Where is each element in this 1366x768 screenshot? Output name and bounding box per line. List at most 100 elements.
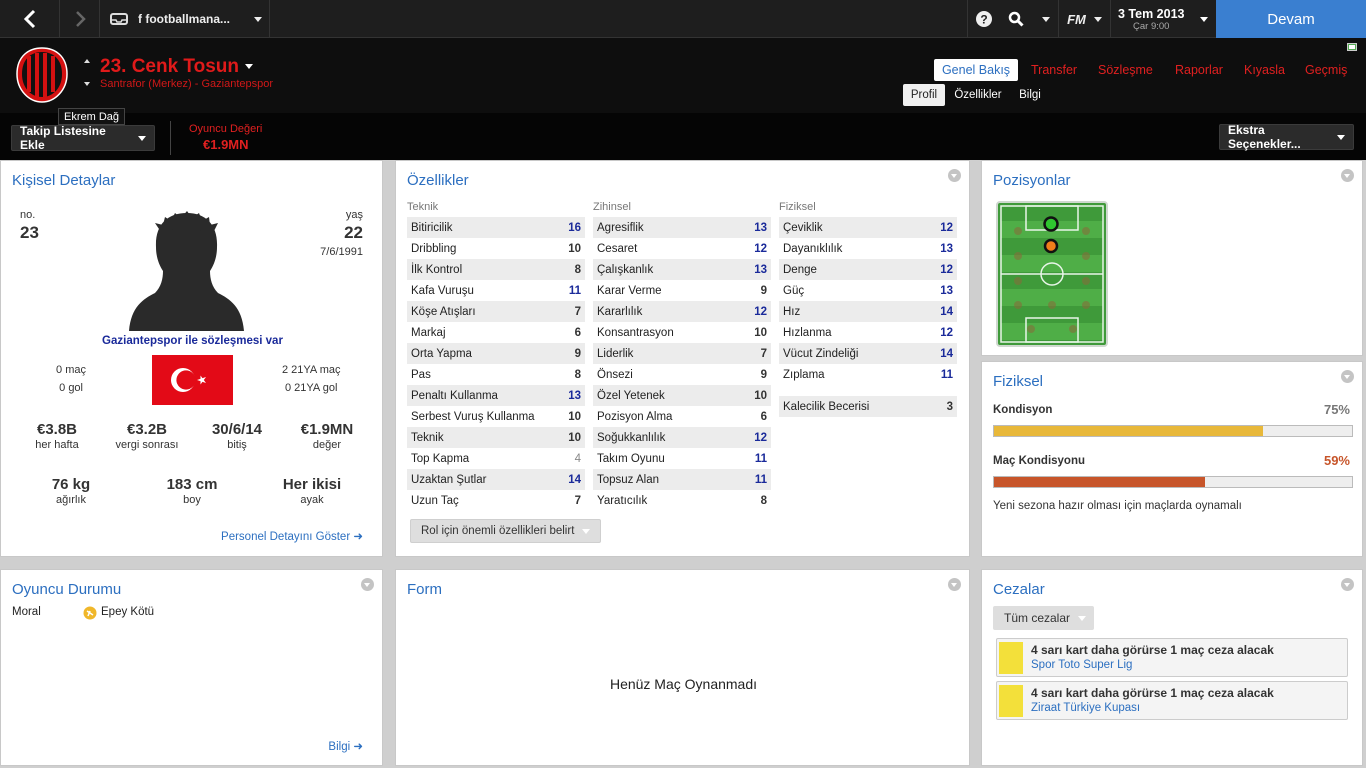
attribute-row[interactable]: Hız 14 xyxy=(779,301,957,322)
attribute-name: Orta Yapma xyxy=(411,347,472,360)
condition-bar-fill xyxy=(994,426,1263,436)
attribute-row[interactable]: Çalışkanlık 13 xyxy=(593,259,771,280)
morale-label: Moral xyxy=(12,606,41,618)
attribute-row[interactable]: Agresiflik 13 xyxy=(593,217,771,238)
attribute-row[interactable]: Denge 12 xyxy=(779,259,957,280)
window-icon[interactable] xyxy=(1347,43,1357,51)
attribute-row[interactable]: Serbest Vuruş Kullanma 10 xyxy=(407,406,585,427)
attribute-name: Teknik xyxy=(411,431,444,444)
attribute-row[interactable]: Konsantrasyon 10 xyxy=(593,322,771,343)
tab-reports[interactable]: Raporlar xyxy=(1175,63,1223,77)
attribute-row[interactable]: Önsezi 9 xyxy=(593,364,771,385)
attribute-name: Dayanıklılık xyxy=(783,242,843,255)
attribute-row[interactable]: Soğukkanlılık 12 xyxy=(593,427,771,448)
attribute-row[interactable]: Uzun Taç 7 xyxy=(407,490,585,511)
contract-status[interactable]: Gaziantepspor ile sözleşmesi var xyxy=(1,335,384,347)
match-fitness-value: 59% xyxy=(1323,453,1350,468)
attribute-row[interactable]: Uzaktan Şutlar 14 xyxy=(407,469,585,490)
attribute-row[interactable]: Yaratıcılık 8 xyxy=(593,490,771,511)
inbox-button[interactable] xyxy=(100,0,138,38)
show-staff-details-link[interactable]: Personel Detayını Göster ➜ xyxy=(221,529,363,543)
player-position-club[interactable]: Santrafor (Merkez) - Gaziantepspor xyxy=(100,78,273,90)
attribute-row[interactable]: Kararlılık 12 xyxy=(593,301,771,322)
attribute-row[interactable]: Çeviklik 12 xyxy=(779,217,957,238)
tab-title[interactable]: f footballmana... xyxy=(138,0,246,38)
tab-compare[interactable]: Kıyasla xyxy=(1244,63,1285,77)
tab-transfer[interactable]: Transfer xyxy=(1031,63,1077,77)
highlight-role-attributes-button[interactable]: Rol için önemli özellikleri belirt xyxy=(410,519,602,543)
panel-menu-icon[interactable] xyxy=(948,578,961,591)
attribute-row[interactable]: Orta Yapma 9 xyxy=(407,343,585,364)
arrow-right-icon: ➜ xyxy=(353,741,363,753)
club-badge[interactable] xyxy=(15,46,69,104)
attribute-row[interactable]: Penaltı Kullanma 13 xyxy=(407,385,585,406)
subtab-attributes[interactable]: Özellikler xyxy=(950,84,1006,106)
position-pitch[interactable] xyxy=(996,201,1108,347)
tab-history[interactable]: Geçmiş xyxy=(1305,63,1347,77)
attribute-value: 10 xyxy=(568,431,581,444)
back-button[interactable] xyxy=(0,0,60,38)
weight-label: ağırlık xyxy=(56,494,86,506)
attribute-row[interactable]: Teknik 10 xyxy=(407,427,585,448)
attribute-row[interactable]: Pozisyon Alma 6 xyxy=(593,406,771,427)
ban-item[interactable]: 4 sarı kart daha görürse 1 maç ceza alac… xyxy=(996,638,1348,677)
attribute-row[interactable]: Markaj 6 xyxy=(407,322,585,343)
continue-button[interactable]: Devam xyxy=(1216,0,1366,38)
help-button[interactable]: ? xyxy=(967,0,999,38)
panel-menu-icon[interactable] xyxy=(1341,370,1354,383)
morale-icon xyxy=(83,606,97,620)
fitness-note: Yeni sezona hazır olması için maçlarda o… xyxy=(993,500,1242,512)
attribute-row[interactable]: Karar Verme 9 xyxy=(593,280,771,301)
attribute-row[interactable]: Dribbling 10 xyxy=(407,238,585,259)
info-link[interactable]: Bilgi ➜ xyxy=(328,739,363,753)
ban-competition[interactable]: Ziraat Türkiye Kupası xyxy=(1031,702,1140,714)
after-tax-label: vergi sonrası xyxy=(115,439,179,451)
attribute-name: Köşe Atışları xyxy=(411,305,476,318)
panel-menu-icon[interactable] xyxy=(948,169,961,182)
attribute-row[interactable]: Vücut Zindeliği 14 xyxy=(779,343,957,364)
player-header: 23. Cenk Tosun Santrafor (Merkez) - Gazi… xyxy=(0,38,1366,113)
fm-menu-button[interactable]: FM xyxy=(1059,0,1111,38)
attributes-panel: Özellikler Teknik Bitiricilik 16 Dribbling… xyxy=(395,160,970,557)
attribute-row[interactable]: İlk Kontrol 8 xyxy=(407,259,585,280)
attribute-row[interactable]: Zıplama 11 xyxy=(779,364,957,385)
attribute-row[interactable]: Köşe Atışları 7 xyxy=(407,301,585,322)
search-button[interactable] xyxy=(999,0,1033,38)
attribute-row[interactable]: Cesaret 12 xyxy=(593,238,771,259)
subtab-info[interactable]: Bilgi xyxy=(1012,84,1048,106)
extra-options-button[interactable]: Ekstra Seçenekler... xyxy=(1219,123,1354,151)
ban-competition[interactable]: Spor Toto Super Lig xyxy=(1031,659,1132,671)
forward-button[interactable] xyxy=(60,0,100,38)
attribute-row[interactable]: Kalecilik Becerisi 3 xyxy=(779,396,957,417)
attribute-name: Top Kapma xyxy=(411,452,470,465)
attribute-row[interactable]: Top Kapma 4 xyxy=(407,448,585,469)
shortlist-button[interactable]: Takip Listesine Ekle xyxy=(11,124,155,152)
no-matches-message: Henüz Maç Oynanmadı xyxy=(609,676,758,692)
player-arrows[interactable] xyxy=(83,56,91,90)
attribute-row[interactable]: Liderlik 7 xyxy=(593,343,771,364)
attribute-row[interactable]: Takım Oyunu 11 xyxy=(593,448,771,469)
attribute-row[interactable]: Pas 8 xyxy=(407,364,585,385)
panel-menu-icon[interactable] xyxy=(1341,169,1354,182)
attribute-row[interactable]: Hızlanma 12 xyxy=(779,322,957,343)
bans-filter-dropdown[interactable]: Tüm cezalar xyxy=(993,606,1095,630)
attribute-row[interactable]: Kafa Vuruşu 11 xyxy=(407,280,585,301)
attribute-row[interactable]: Dayanıklılık 13 xyxy=(779,238,957,259)
tab-dropdown-button[interactable] xyxy=(246,0,270,38)
ban-item[interactable]: 4 sarı kart daha görürse 1 maç ceza alac… xyxy=(996,681,1348,720)
chevron-down-icon xyxy=(1078,615,1087,621)
date-button[interactable]: 3 Tem 2013 Çar 9:00 xyxy=(1111,0,1216,38)
player-name[interactable]: 23. Cenk Tosun xyxy=(100,56,254,78)
attribute-row[interactable]: Bitiricilik 16 xyxy=(407,217,585,238)
subtab-profile[interactable]: Profil xyxy=(903,84,945,106)
turkey-flag[interactable] xyxy=(152,355,233,405)
attribute-row[interactable]: Güç 13 xyxy=(779,280,957,301)
tab-contract[interactable]: Sözleşme xyxy=(1098,63,1153,77)
tab-overview[interactable]: Genel Bakış xyxy=(934,59,1018,81)
panel-menu-icon[interactable] xyxy=(361,578,374,591)
panel-title: Form xyxy=(407,581,442,598)
search-dropdown-button[interactable] xyxy=(1033,0,1059,38)
panel-menu-icon[interactable] xyxy=(1341,578,1354,591)
attribute-row[interactable]: Özel Yetenek 10 xyxy=(593,385,771,406)
attribute-row[interactable]: Topsuz Alan 11 xyxy=(593,469,771,490)
